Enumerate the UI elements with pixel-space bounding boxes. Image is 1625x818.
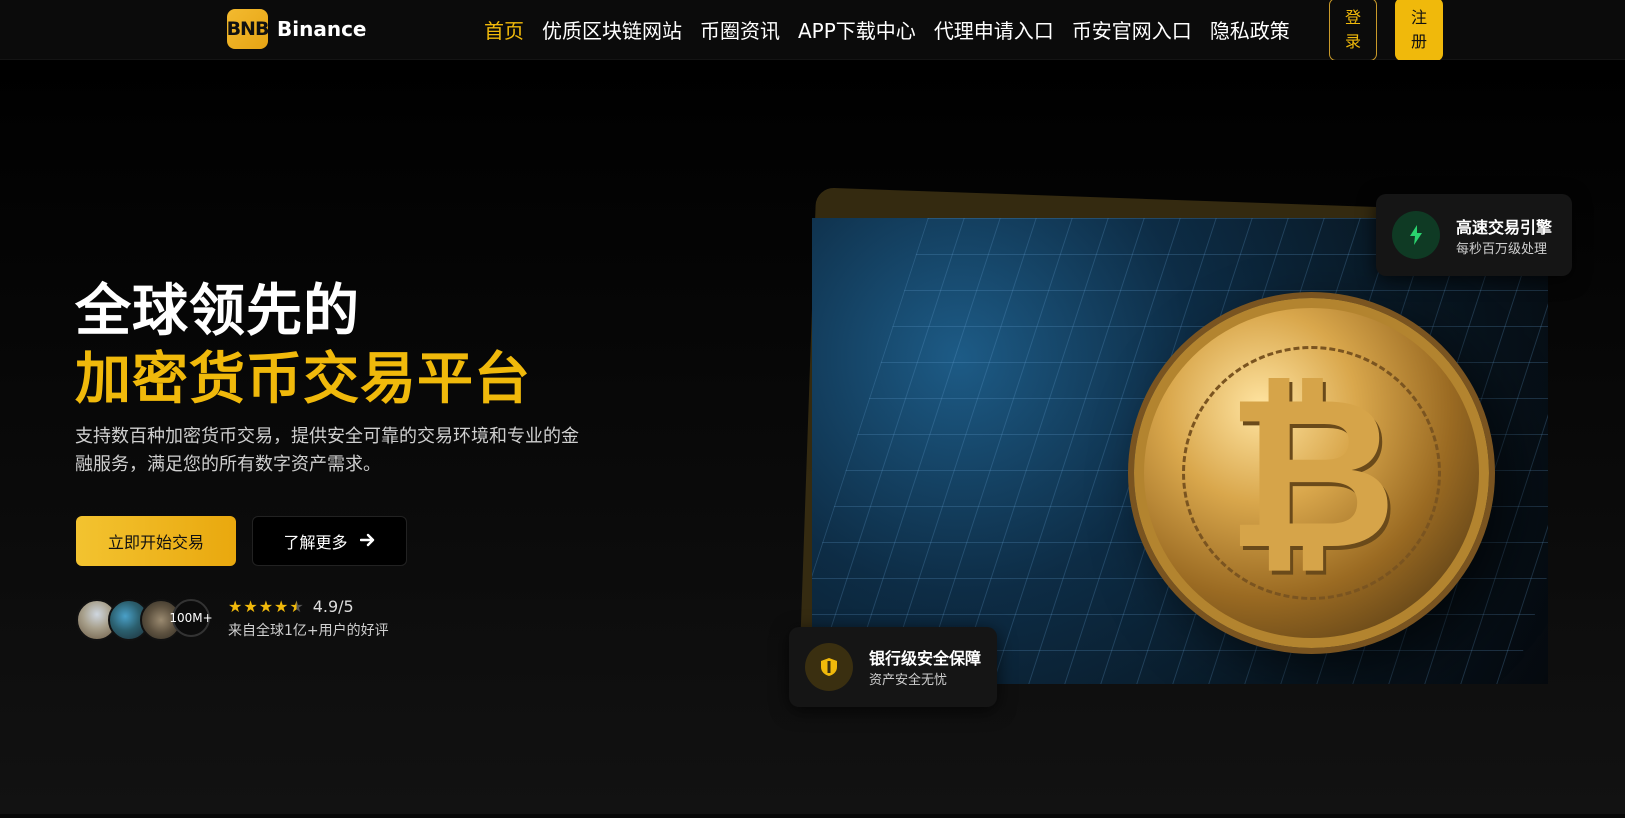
half-star-icon: ★	[289, 596, 304, 616]
arrow-right-icon	[359, 532, 376, 551]
learn-more-label: 了解更多	[283, 533, 348, 552]
login-button[interactable]: 登录	[1329, 0, 1377, 61]
bitcoin-hero-image: ₿	[812, 218, 1548, 684]
nav-item-news[interactable]: 币圈资讯	[700, 15, 780, 44]
start-trading-label: 立即开始交易	[107, 533, 204, 552]
star-icon: ★	[243, 596, 258, 616]
user-avatars: 100M+	[76, 599, 216, 641]
brand-logo[interactable]: BNB Binance	[227, 9, 367, 49]
rating-block: ★ ★ ★ ★ ★ 4.9/5 来自全球1亿+用户的好评	[228, 597, 389, 640]
nav-item-privacy[interactable]: 隐私政策	[1210, 15, 1290, 44]
nav-item-app-download[interactable]: APP下载中心	[798, 15, 916, 44]
security-badge-subtitle: 资产安全无忧	[869, 673, 948, 688]
security-feature-badge: 银行级安全保障 资产安全无忧	[789, 627, 997, 707]
learn-more-button[interactable]: 了解更多	[252, 516, 407, 566]
users-count-badge: 100M+	[169, 599, 213, 637]
star-icon: ★	[258, 596, 274, 616]
start-trading-button[interactable]: 立即开始交易	[76, 516, 236, 566]
rating-subtitle: 来自全球1亿+用户的好评	[228, 623, 389, 639]
speed-feature-badge: 高速交易引擎 每秒百万级处理	[1376, 194, 1572, 276]
brand-name: Binance	[277, 17, 367, 41]
register-button[interactable]: 注册	[1395, 0, 1443, 61]
rating-stars: ★ ★ ★ ★ ★ 4.9/5	[228, 597, 389, 616]
hero-title-line2: 加密货币交易平台	[75, 347, 531, 412]
nav-item-agent-apply[interactable]: 代理申请入口	[934, 15, 1054, 44]
logo-badge: BNB	[227, 9, 269, 49]
hero-section: 全球领先的 加密货币交易平台 支持数百种加密货币交易，提供安全可靠的交易环境和专…	[0, 60, 1625, 818]
hero-description: 支持数百种加密货币交易，提供安全可靠的交易环境和专业的金融服务，满足您的所有数字…	[75, 426, 579, 475]
star-icon: ★	[274, 596, 289, 616]
nav-item-quality-sites[interactable]: 优质区块链网站	[542, 15, 682, 44]
top-navbar: BNB Binance 首页 优质区块链网站 币圈资讯 APP下载中心 代理申请…	[0, 0, 1625, 61]
section-divider	[0, 814, 1625, 818]
lightning-icon	[1392, 211, 1440, 259]
star-icon: ★	[228, 596, 243, 616]
nav-item-home[interactable]: 首页	[484, 15, 524, 44]
speed-badge-subtitle: 每秒百万级处理	[1456, 242, 1548, 257]
nav-item-official-site[interactable]: 币安官网入口	[1072, 15, 1192, 44]
shield-icon	[805, 643, 853, 691]
security-badge-title: 银行级安全保障	[869, 649, 982, 668]
rating-score: 4.9/5	[312, 597, 354, 616]
main-menu: 首页 优质区块链网站 币圈资讯 APP下载中心 代理申请入口 币安官网入口 隐私…	[484, 0, 1290, 59]
bitcoin-coin-icon: ₿	[1134, 298, 1489, 648]
speed-badge-title: 高速交易引擎	[1456, 218, 1553, 237]
